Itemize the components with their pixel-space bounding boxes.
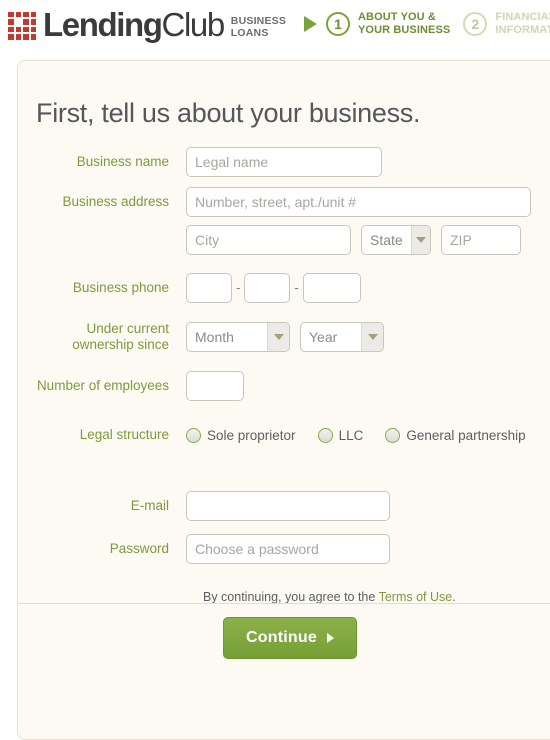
fields-number-of-employees bbox=[186, 371, 244, 401]
step-1-about-you[interactable]: 1 ABOUT YOU & YOUR BUSINESS bbox=[326, 11, 450, 36]
ownership-month-select[interactable]: Month bbox=[186, 322, 290, 352]
continue-button[interactable]: Continue bbox=[223, 617, 357, 659]
step-2-label-line2: INFORMATION bbox=[495, 23, 550, 36]
row-business-address: Business address bbox=[18, 187, 550, 217]
row-business-name: Business name bbox=[18, 147, 550, 177]
step-2-financial-information[interactable]: 2 FINANCIAL INFORMATION bbox=[463, 11, 550, 36]
brand-subtitle: BUSINESS LOANS bbox=[231, 10, 286, 39]
state-select-value: State bbox=[370, 232, 403, 248]
phone-prefix-input[interactable] bbox=[244, 273, 291, 303]
radio-icon[interactable] bbox=[186, 427, 201, 443]
brand-subtitle-line2: LOANS bbox=[230, 27, 269, 39]
legal-structure-option-sole-proprietor[interactable]: Sole proprietor bbox=[186, 427, 296, 443]
fields-password bbox=[186, 534, 390, 564]
row-email: E-mail bbox=[18, 491, 550, 521]
chevron-down-icon bbox=[410, 226, 430, 254]
progress-steps: 1 ABOUT YOU & YOUR BUSINESS 2 FINANCIAL … bbox=[304, 11, 550, 36]
phone-area-code-input[interactable] bbox=[186, 273, 232, 303]
city-input[interactable] bbox=[186, 225, 351, 255]
section-divider bbox=[18, 603, 550, 604]
label-business-phone: Business phone bbox=[72, 280, 169, 295]
label-ownership-since-line1: Under current bbox=[86, 321, 169, 336]
terms-suffix: . bbox=[452, 590, 456, 604]
row-ownership-since: Under current ownership since Month Year bbox=[18, 321, 550, 353]
label-business-address: Business address bbox=[62, 194, 169, 209]
page-title: First, tell us about your business. bbox=[36, 98, 421, 128]
lendingclub-squares-icon bbox=[8, 11, 36, 40]
label-password: Password bbox=[109, 541, 169, 556]
phone-line-number-input[interactable] bbox=[302, 273, 361, 303]
legal-structure-option-label: Sole proprietor bbox=[207, 427, 296, 443]
ownership-month-value: Month bbox=[195, 329, 234, 345]
brand-wordmark-lending: Lending bbox=[43, 6, 163, 43]
phone-separator-1: - bbox=[236, 280, 241, 295]
arrow-right-icon bbox=[304, 15, 317, 32]
row-city-state-zip: State bbox=[18, 225, 550, 255]
site-header: LendingClub BUSINESS LOANS 1 ABOUT YOU &… bbox=[0, 0, 550, 58]
ownership-year-select[interactable]: Year bbox=[300, 322, 384, 352]
fields-ownership-since: Month Year bbox=[186, 322, 384, 352]
legal-structure-option-llc[interactable]: LLC bbox=[317, 427, 364, 443]
fields-email bbox=[186, 491, 390, 521]
brand-subtitle-line1: BUSINESS bbox=[230, 15, 287, 27]
brand-wordmark-club: Club bbox=[161, 6, 226, 43]
legal-structure-option-label: LLC bbox=[338, 427, 364, 443]
step-2-label-line1: FINANCIAL bbox=[495, 11, 550, 23]
step-2-label: FINANCIAL INFORMATION bbox=[495, 11, 550, 36]
row-legal-structure: Legal structure Sole proprietor LLC Gene… bbox=[18, 427, 550, 443]
row-business-phone: Business phone - - bbox=[18, 273, 550, 303]
phone-separator-2: - bbox=[294, 280, 299, 295]
label-email: E-mail bbox=[130, 498, 169, 513]
radio-icon[interactable] bbox=[385, 427, 401, 443]
row-password: Password bbox=[18, 534, 550, 564]
step-1-number: 1 bbox=[326, 11, 350, 36]
label-legal-structure: Legal structure bbox=[79, 427, 169, 442]
zip-input[interactable] bbox=[441, 225, 521, 255]
label-number-of-employees: Number of employees bbox=[36, 378, 169, 393]
chevron-down-icon bbox=[267, 323, 289, 351]
business-form: Business name Business address State bbox=[18, 147, 550, 659]
caret-right-icon bbox=[326, 633, 334, 643]
state-select[interactable]: State bbox=[361, 225, 431, 255]
terms-prefix: By continuing, you agree to the bbox=[203, 590, 379, 604]
terms-of-use-link[interactable]: Terms of Use bbox=[379, 590, 453, 604]
ownership-year-value: Year bbox=[309, 329, 338, 345]
fields-business-address-street bbox=[186, 187, 531, 217]
fields-business-name bbox=[186, 147, 382, 177]
terms-notice: By continuing, you agree to the Terms of… bbox=[203, 590, 550, 604]
business-form-card: First, tell us about your business. Busi… bbox=[17, 60, 550, 740]
legal-structure-option-general-partnership[interactable]: General partnership bbox=[385, 427, 526, 443]
label-business-name: Business name bbox=[76, 154, 169, 169]
step-1-label-line2: YOUR BUSINESS bbox=[358, 23, 451, 36]
row-number-of-employees: Number of employees bbox=[18, 371, 550, 401]
email-field[interactable] bbox=[186, 491, 390, 521]
step-1-label: ABOUT YOU & YOUR BUSINESS bbox=[358, 11, 450, 36]
password-field[interactable] bbox=[186, 534, 390, 564]
continue-button-label: Continue bbox=[246, 629, 317, 646]
business-name-input[interactable] bbox=[186, 147, 382, 177]
brand-logo[interactable]: LendingClub BUSINESS LOANS bbox=[8, 8, 286, 41]
legal-structure-option-label: General partnership bbox=[406, 427, 526, 443]
label-ownership-since: Under current ownership since bbox=[18, 321, 186, 353]
label-ownership-since-line2: ownership since bbox=[72, 337, 169, 352]
chevron-down-icon bbox=[361, 323, 383, 351]
brand-wordmark: LendingClub bbox=[43, 6, 226, 43]
radio-icon[interactable] bbox=[317, 427, 333, 443]
fields-business-phone: - - bbox=[186, 273, 361, 303]
number-of-employees-input[interactable] bbox=[186, 371, 244, 401]
fields-city-state-zip: State bbox=[186, 225, 521, 255]
legal-structure-radio-group: Sole proprietor LLC General partnership bbox=[186, 427, 526, 443]
step-2-number: 2 bbox=[463, 11, 488, 36]
street-address-input[interactable] bbox=[186, 187, 531, 217]
step-1-label-line1: ABOUT YOU & bbox=[358, 11, 436, 23]
